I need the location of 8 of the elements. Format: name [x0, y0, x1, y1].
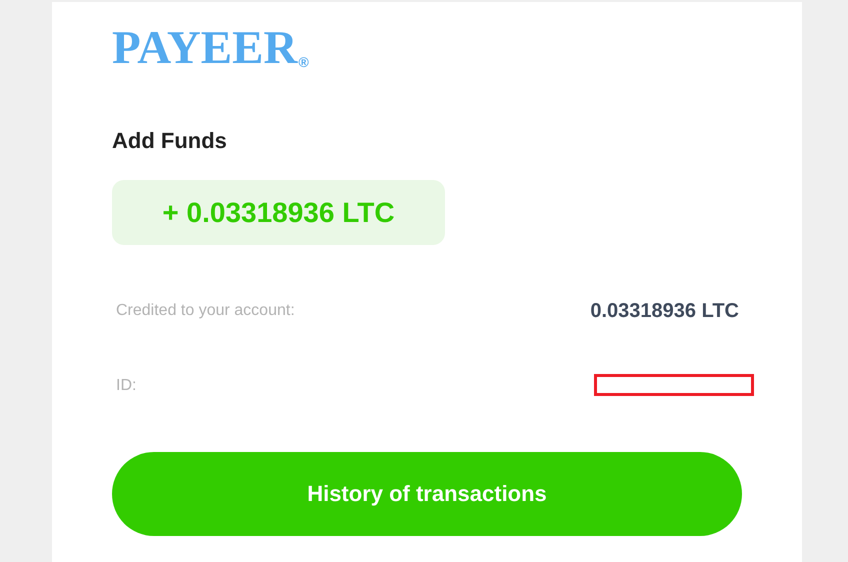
amount-badge: + 0.03318936 LTC: [112, 180, 445, 245]
page-title: Add Funds: [112, 128, 228, 154]
registered-mark: ®: [298, 55, 309, 69]
logo: PAYEER: [112, 25, 298, 72]
detail-label: Credited to your account:: [116, 302, 295, 320]
history-button[interactable]: History of transactions: [112, 452, 742, 536]
detail-label: ID:: [116, 377, 136, 395]
detail-value: 0.03318936 LTC: [590, 300, 739, 322]
